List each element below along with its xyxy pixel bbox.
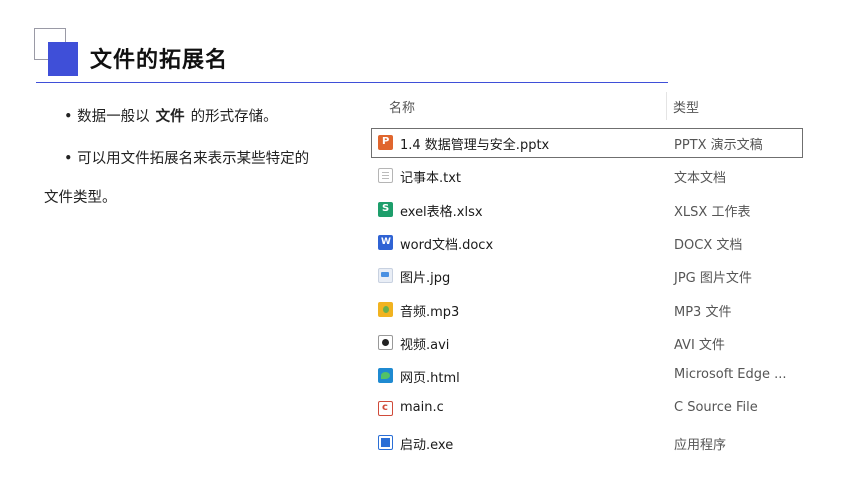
powerpoint-icon: [378, 135, 393, 150]
file-type: Microsoft Edge ...: [674, 367, 787, 383]
c-source-icon: [378, 401, 393, 417]
file-type: XLSX 工作表: [674, 204, 751, 220]
file-name: 视频.avi: [400, 337, 450, 353]
file-type: DOCX 文档: [674, 237, 743, 253]
file-row[interactable]: word文档.docx DOCX 文档: [361, 228, 803, 258]
file-type: C Source File: [674, 400, 758, 416]
file-name: main.c: [400, 400, 444, 416]
decorative-square-fill: [48, 42, 78, 76]
application-icon: [378, 434, 393, 450]
file-type: PPTX 演示文稿: [674, 138, 763, 153]
file-name: 启动.exe: [400, 437, 454, 453]
bullet-1: • 数据一般以 文件 的形式存储。: [64, 105, 278, 126]
file-type: JPG 图片文件: [674, 271, 752, 287]
spreadsheet-icon: [378, 201, 393, 217]
file-name: 音频.mp3: [400, 304, 460, 320]
file-name: exel表格.xlsx: [400, 204, 483, 220]
edge-icon: [378, 368, 393, 384]
sort-arrow-icon: ^: [523, 92, 532, 99]
file-type: AVI 文件: [674, 337, 725, 353]
file-name: 图片.jpg: [400, 271, 451, 287]
audio-file-icon: [378, 301, 393, 317]
bullet-2-continuation: 文件类型。: [44, 190, 117, 206]
file-row[interactable]: exel表格.xlsx XLSX 工作表: [361, 195, 803, 225]
video-file-icon: [378, 334, 393, 350]
column-header-name[interactable]: 名称: [389, 97, 415, 116]
word-icon: [378, 234, 393, 250]
column-divider[interactable]: [666, 92, 667, 120]
file-name: 1.4 数据管理与安全.pptx: [400, 138, 550, 153]
file-row[interactable]: 启动.exe 应用程序: [361, 428, 803, 458]
file-type: MP3 文件: [674, 304, 732, 320]
file-row[interactable]: 1.4 数据管理与安全.pptx PPTX 演示文稿: [371, 128, 803, 158]
title-underline: [36, 82, 668, 83]
slide-title: 文件的拓展名: [90, 48, 229, 73]
file-row[interactable]: 音频.mp3 MP3 文件: [361, 295, 803, 325]
file-row[interactable]: 视频.avi AVI 文件: [361, 328, 803, 358]
bullet-1-emphasis: 文件: [155, 109, 185, 125]
file-type: 文本文档: [674, 171, 727, 187]
file-row[interactable]: main.c C Source File: [361, 394, 803, 424]
column-header-type[interactable]: 类型: [673, 97, 699, 116]
bullet-2: • 可以用文件拓展名来表示某些特定的: [64, 151, 310, 167]
bullet-1-text-before: • 数据一般以: [64, 109, 150, 125]
text-file-icon: [378, 168, 393, 184]
file-explorer-panel: ^ 名称 类型 1.4 数据管理与安全.pptx PPTX 演示文稿记事本.txt…: [361, 92, 803, 471]
file-row[interactable]: 网页.html Microsoft Edge ...: [361, 361, 803, 391]
file-name: word文档.docx: [400, 237, 494, 253]
file-name: 记事本.txt: [400, 171, 462, 187]
file-row[interactable]: 记事本.txt 文本文档: [361, 161, 803, 191]
file-name: 网页.html: [400, 371, 460, 387]
file-row[interactable]: 图片.jpg JPG 图片文件: [361, 261, 803, 291]
column-header-row: ^ 名称 类型: [361, 92, 803, 120]
bullet-1-text-after: 的形式存储。: [190, 109, 278, 125]
image-file-icon: [378, 268, 393, 284]
file-type: 应用程序: [674, 437, 727, 453]
